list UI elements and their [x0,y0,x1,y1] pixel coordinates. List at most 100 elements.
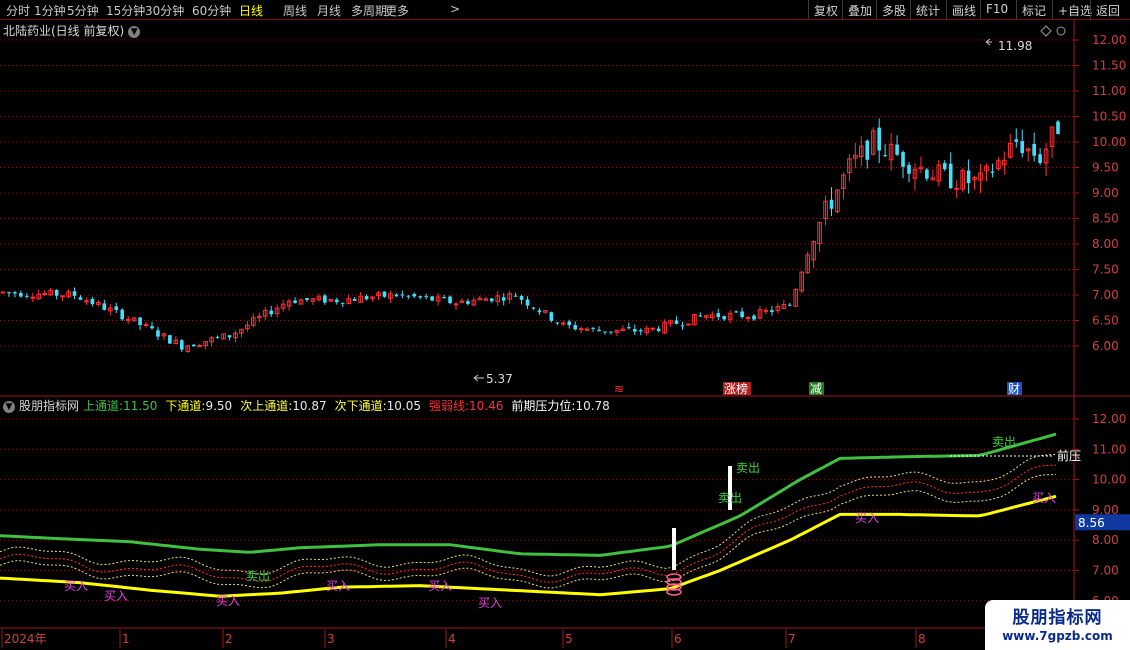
candle-body-down [895,144,899,155]
buy-signal-label: 买入 [1032,491,1056,505]
candle-body-down [865,140,870,160]
candle-body-down [323,295,327,303]
candle-body-down [54,289,59,296]
candle-body-down [513,295,518,297]
signal-bar [672,528,676,570]
chart-canvas[interactable]: 12.00 11.50 11.00 10.50 10.00 9.50 9.00 8.50 8.0… [0,0,1130,650]
sell-signal-label: 卖出 [246,569,270,583]
candle-body-down [215,336,220,338]
candle-body-down [1032,143,1036,156]
xaxis-label: 4 [448,632,456,646]
buy-signal-label: 买入 [428,579,452,593]
candle-body-down [787,304,792,306]
low-arrow [473,374,484,382]
candle-body-down [13,292,17,294]
candle-body-down [549,312,554,321]
buy-signal-label: 买入 [326,579,350,593]
candle-body-down [150,326,154,329]
candle-body-down [674,320,679,324]
candle-body-up [42,293,48,296]
candle-body-up [763,309,769,312]
candle-body-down [877,127,881,151]
candle-body-down [78,297,83,300]
main-tick-label: 8.50 [1092,212,1119,226]
low-label: 5.37 [486,372,513,386]
candle-body-down [531,307,536,309]
candle-body-down [7,292,11,294]
candle-body-down [680,325,685,327]
xaxis-label: 2024年 [4,632,47,646]
main-tick-label: 9.50 [1092,161,1119,175]
sell-signal-label: 卖出 [736,461,760,475]
candle-body-down [591,327,595,329]
candle-body-down [334,299,339,303]
xaxis-label: 2 [225,632,233,646]
candle-body-down [770,310,774,312]
buy-signal-label: 买入 [855,511,879,525]
candle-body-down [907,164,911,174]
candle-body-up [84,300,89,303]
candle-body-down [740,311,744,318]
candle-body-down [102,303,107,310]
buy-signal-label: 买入 [478,596,502,610]
candle-body-down [293,300,297,303]
candle-body-down [156,330,160,337]
buy-signal-label: 买入 [216,594,240,608]
event-marker-3: 财 [1008,382,1020,396]
candle-body-down [305,297,309,300]
candle-body-down [489,298,494,302]
candle-body-down [966,170,971,184]
candle-body-down [227,335,232,338]
candle-body-down [19,292,23,297]
candle-body-down [394,294,399,297]
candle-body-down [698,315,703,317]
candle-body-down [716,313,721,318]
main-tick-label: 11.00 [1092,84,1126,98]
candle-body-down [722,316,727,320]
candle-body-down [567,321,572,326]
candle-body-down [1038,154,1042,163]
candle-body-down [1020,141,1025,154]
candle-body-down [829,199,834,209]
main-tick-label: 8.00 [1092,237,1119,251]
candle-body-down [925,169,929,179]
candle-body-down [609,331,613,333]
candle-body-down [627,327,631,329]
settings-icon [1056,26,1066,36]
candle-body-down [734,311,738,313]
sell-signal-label: 卖出 [992,435,1016,449]
candle-body-up [745,316,751,319]
watermark-url: www.7gpzb.com [1002,629,1113,643]
xaxis-label: 1 [122,632,130,646]
event-marker-0: ≋ [614,382,624,396]
main-tick-label: 7.50 [1092,263,1119,277]
candle-body-down [883,155,887,157]
candle-body-down [168,335,172,344]
candle-body-down [603,331,607,333]
candle-body-down [501,297,506,301]
candle-body-down [90,298,95,305]
candle-body-down [537,310,542,313]
candle-body-down [752,315,756,320]
candle-body-down [424,296,428,298]
candle-body-down [418,296,423,298]
candle-body-down [400,294,405,296]
main-tick-label: 9.00 [1092,186,1119,200]
candle-body-down [382,291,387,297]
candle-body-down [525,299,530,306]
indicator-tick-label: 11.00 [1092,442,1126,456]
upper-channel-line [0,432,1057,557]
event-marker-2: 减 [810,382,822,396]
high-label: 11.98 [998,39,1032,53]
xaxis-label: 5 [565,632,573,646]
candle-body-up [197,345,202,348]
candle-body-down [138,317,142,326]
xaxis-label: 3 [327,632,335,646]
candle-body-up [0,291,6,294]
candle-body-down [555,322,560,324]
candle-body-up [560,322,566,325]
candle-body-down [364,296,369,300]
candle-body-up [143,324,149,327]
candle-body-down [638,330,643,332]
candle-body-down [901,152,905,167]
